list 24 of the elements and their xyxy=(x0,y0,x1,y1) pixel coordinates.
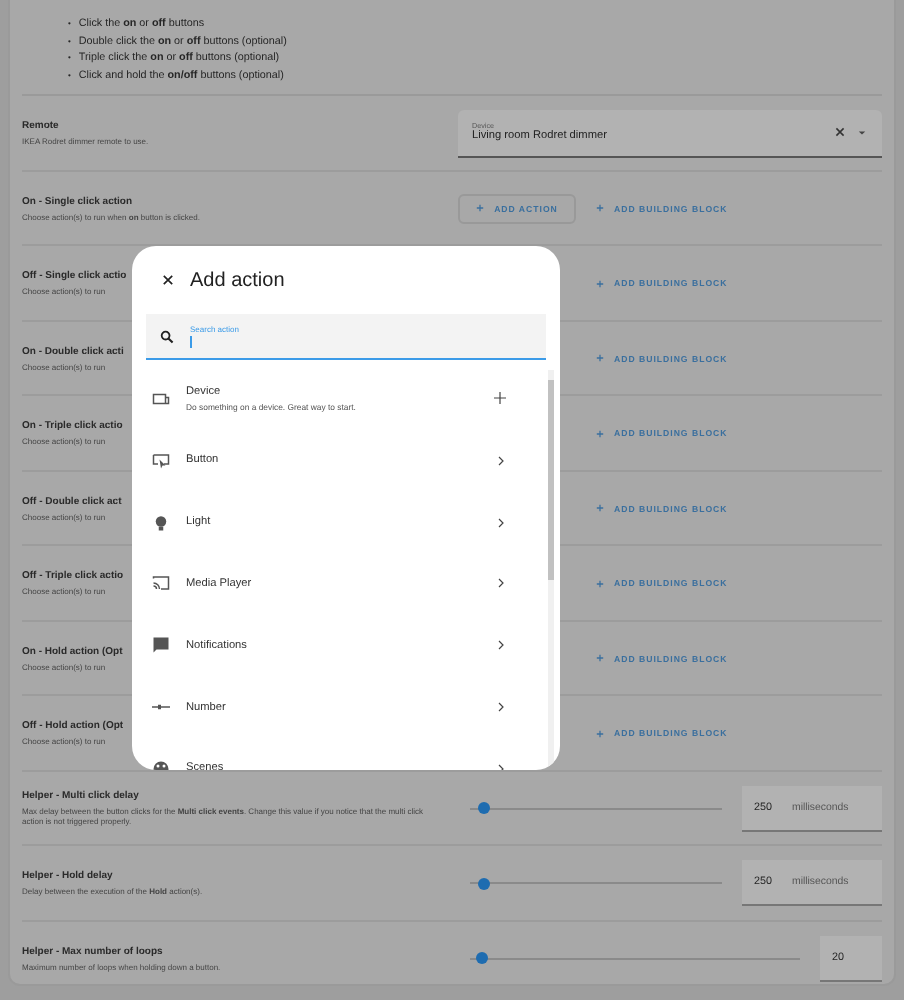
plus-icon xyxy=(476,204,485,213)
plus-icon xyxy=(596,354,604,363)
scrollbar[interactable] xyxy=(548,370,554,766)
slider-thumb[interactable] xyxy=(477,802,490,815)
search-icon xyxy=(160,329,174,343)
cast-icon xyxy=(152,574,170,593)
pointer-icon xyxy=(152,451,170,470)
message-icon xyxy=(152,636,170,655)
plus-icon xyxy=(596,654,604,663)
clear-icon[interactable] xyxy=(834,126,846,139)
plus-icon xyxy=(596,204,604,213)
plus-icon xyxy=(596,504,604,513)
plus-icon xyxy=(596,429,604,438)
device-icon xyxy=(152,389,170,407)
slider-thumb[interactable] xyxy=(476,952,489,965)
slider-thumb[interactable] xyxy=(477,877,490,890)
plus-icon xyxy=(494,392,506,404)
plus-icon xyxy=(596,729,604,738)
caret-icon[interactable] xyxy=(858,129,866,136)
plus-icon xyxy=(596,579,604,588)
dialog-title: Add action xyxy=(190,269,285,291)
plus-icon xyxy=(596,279,604,288)
bulb-icon xyxy=(152,513,170,532)
close-icon[interactable] xyxy=(162,274,174,286)
